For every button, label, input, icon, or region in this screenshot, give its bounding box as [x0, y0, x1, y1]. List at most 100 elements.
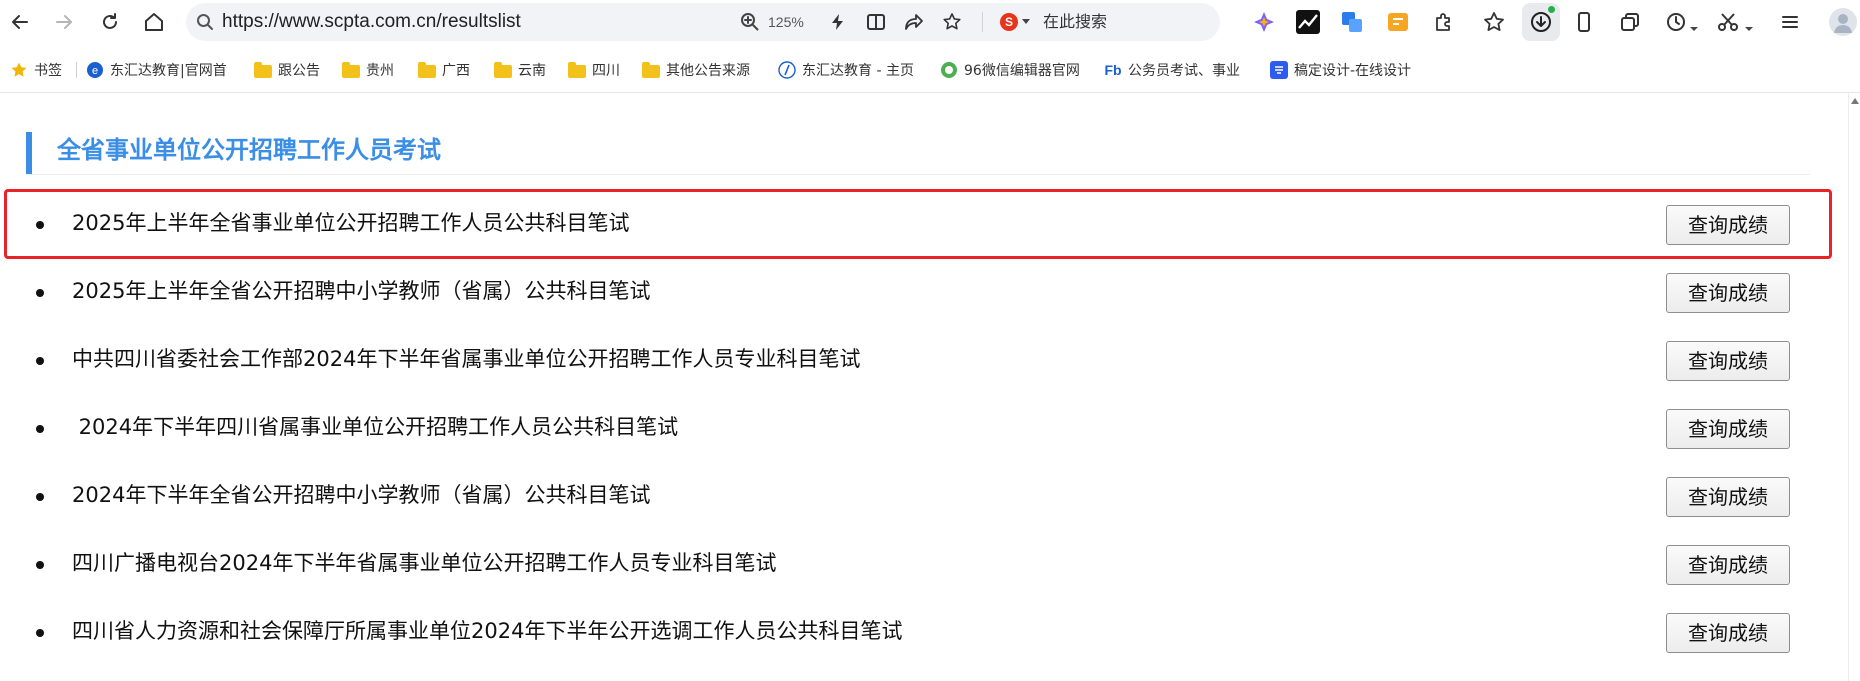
extensions-puzzle-icon[interactable] — [1432, 10, 1456, 34]
zoom-icon[interactable] — [740, 12, 760, 36]
bookmark-item[interactable]: Fb 公务员考试、事业 — [1104, 48, 1254, 92]
svg-text:Fb: Fb — [1104, 62, 1121, 78]
list-item: 2025年上半年全省公开招聘中小学教师（省属）公共科目笔试 查询成绩 — [0, 258, 1840, 326]
folder-icon — [568, 62, 586, 78]
section-header: 全省事业单位公开招聘工作人员考试 — [26, 132, 1810, 175]
bookmark-item[interactable]: e 东汇达教育|官网首 — [86, 48, 236, 92]
list-item: 四川广播电视台2024年下半年省属事业单位公开招聘工作人员专业科目笔试 查询成绩 — [0, 530, 1840, 598]
query-score-button[interactable]: 查询成绩 — [1666, 341, 1790, 381]
highlight-box — [4, 189, 1832, 259]
bookmark-label: 东汇达教育 - 主页 — [802, 63, 914, 79]
home-icon[interactable] — [138, 6, 170, 38]
menu-icon[interactable] — [1778, 10, 1802, 34]
bookmark-label: 其他公告来源 — [666, 63, 750, 79]
site-icon — [940, 61, 958, 79]
bookmark-label: 公务员考试、事业 — [1128, 63, 1240, 79]
translate-icon[interactable] — [1340, 10, 1364, 34]
bookmark-item[interactable]: 96微信编辑器官网 — [940, 48, 1090, 92]
page-title: 全省事业单位公开招聘工作人员考试 — [57, 136, 441, 164]
bookmark-item[interactable]: 广西 — [418, 48, 470, 92]
bookmark-item[interactable]: 书签 — [10, 48, 62, 92]
screenshot-icon[interactable] — [1386, 10, 1410, 34]
list-item: 四川省人力资源和社会保障厅所属事业单位2024年下半年公开选调工作人员公共科目笔… — [0, 598, 1840, 666]
url-text[interactable]: https://www.scpta.com.cn/resultslist — [222, 3, 521, 41]
bullet-icon — [36, 629, 44, 637]
folder-icon — [418, 62, 436, 78]
bookmark-item[interactable]: 贵州 — [342, 48, 394, 92]
bookmark-item[interactable]: 云南 — [494, 48, 546, 92]
page-scrollbar[interactable] — [1848, 93, 1860, 681]
bookmark-label: 东汇达教育|官网首 — [110, 63, 227, 79]
bookmark-item[interactable]: 其他公告来源 — [642, 48, 750, 92]
search-engine-icon[interactable]: S — [1000, 13, 1018, 31]
lightning-icon[interactable] — [828, 12, 848, 36]
query-score-button[interactable]: 查询成绩 — [1666, 273, 1790, 313]
share-icon[interactable] — [904, 12, 924, 36]
chevron-down-icon[interactable] — [1745, 18, 1753, 31]
bookmark-label: 贵州 — [366, 63, 394, 79]
chevron-down-icon[interactable] — [1690, 18, 1698, 31]
tabs-icon[interactable] — [1618, 10, 1642, 34]
list-item: 中共四川省委社会工作部2024年下半年省属事业单位公开招聘工作人员专业科目笔试 … — [0, 326, 1840, 394]
avatar[interactable] — [1829, 8, 1857, 36]
download-icon[interactable] — [1529, 10, 1553, 34]
section-accent-bar — [26, 132, 32, 174]
query-score-button[interactable]: 查询成绩 — [1666, 613, 1790, 653]
zoom-level[interactable]: 125% — [768, 3, 804, 41]
scissors-icon[interactable] — [1716, 10, 1740, 34]
exam-title: 中共四川省委社会工作部2024年下半年省属事业单位公开招聘工作人员专业科目笔试 — [72, 347, 861, 371]
download-status-dot — [1548, 6, 1555, 13]
history-icon[interactable] — [1664, 10, 1688, 34]
star-icon — [10, 61, 28, 79]
exam-title: 四川省人力资源和社会保障厅所属事业单位2024年下半年公开选调工作人员公共科目笔… — [72, 619, 903, 643]
search-icon — [196, 13, 214, 35]
query-score-button[interactable]: 查询成绩 — [1666, 409, 1790, 449]
bookmark-label: 四川 — [592, 63, 620, 79]
exam-title: 2024年下半年四川省属事业单位公开招聘工作人员公共科目笔试 — [72, 415, 679, 439]
bookmark-label: 云南 — [518, 63, 546, 79]
bookmark-label: 稿定设计-在线设计 — [1294, 63, 1412, 79]
bookmark-star-icon[interactable] — [1482, 10, 1506, 34]
query-score-button[interactable]: 查询成绩 — [1666, 545, 1790, 585]
site-icon: Fb — [1104, 61, 1122, 79]
bookmarks-bar: 书签 e 东汇达教育|官网首 跟公告 贵州 广西 云南 四川 其他公告来源 东汇… — [0, 48, 1860, 93]
exam-title: 2024年下半年全省公开招聘中小学教师（省属）公共科目笔试 — [72, 483, 651, 507]
bookmark-item[interactable]: 东汇达教育 - 主页 — [778, 48, 914, 92]
query-score-button[interactable]: 查询成绩 — [1666, 477, 1790, 517]
bookmark-item[interactable]: 四川 — [568, 48, 620, 92]
svg-text:e: e — [92, 65, 98, 77]
list-item: 2024年下半年全省公开招聘中小学教师（省属）公共科目笔试 查询成绩 — [0, 462, 1840, 530]
list-item: 2024年下半年四川省属事业单位公开招聘工作人员公共科目笔试 查询成绩 — [0, 394, 1840, 462]
bullet-icon — [36, 493, 44, 501]
folder-icon — [254, 62, 272, 78]
bullet-icon — [36, 561, 44, 569]
scroll-up-arrow-icon[interactable] — [1851, 98, 1859, 104]
bookmark-label: 跟公告 — [278, 63, 320, 79]
bookmark-label: 书签 — [34, 63, 62, 79]
chevron-down-icon[interactable] — [1022, 19, 1030, 24]
site-icon — [778, 61, 796, 79]
back-arrow-icon[interactable] — [4, 6, 36, 38]
site-icon — [1270, 61, 1288, 79]
bookmark-label: 广西 — [442, 63, 470, 79]
address-bar[interactable]: https://www.scpta.com.cn/resultslist 125… — [186, 3, 1220, 41]
browser-toolbar: https://www.scpta.com.cn/resultslist 125… — [0, 0, 1860, 44]
mobile-icon[interactable] — [1572, 10, 1596, 34]
bookmark-item[interactable]: 跟公告 — [254, 48, 320, 92]
forward-arrow-icon[interactable] — [48, 6, 80, 38]
bullet-icon — [36, 357, 44, 365]
folder-icon — [642, 62, 660, 78]
reader-mode-icon[interactable] — [866, 12, 886, 36]
exam-title: 四川广播电视台2024年下半年省属事业单位公开招聘工作人员专业科目笔试 — [72, 551, 777, 575]
reload-icon[interactable] — [94, 6, 126, 38]
ai-assistant-icon[interactable] — [1252, 10, 1276, 34]
site-icon: e — [86, 61, 104, 79]
favorite-star-icon[interactable] — [942, 12, 962, 36]
bullet-icon — [36, 425, 44, 433]
address-divider — [982, 12, 983, 32]
bookmark-item[interactable]: 稿定设计-在线设计 — [1270, 48, 1420, 92]
search-placeholder[interactable]: 在此搜索 — [1043, 3, 1107, 41]
stock-chart-icon[interactable] — [1296, 10, 1320, 34]
bullet-icon — [36, 289, 44, 297]
exam-title: 2025年上半年全省公开招聘中小学教师（省属）公共科目笔试 — [72, 279, 651, 303]
